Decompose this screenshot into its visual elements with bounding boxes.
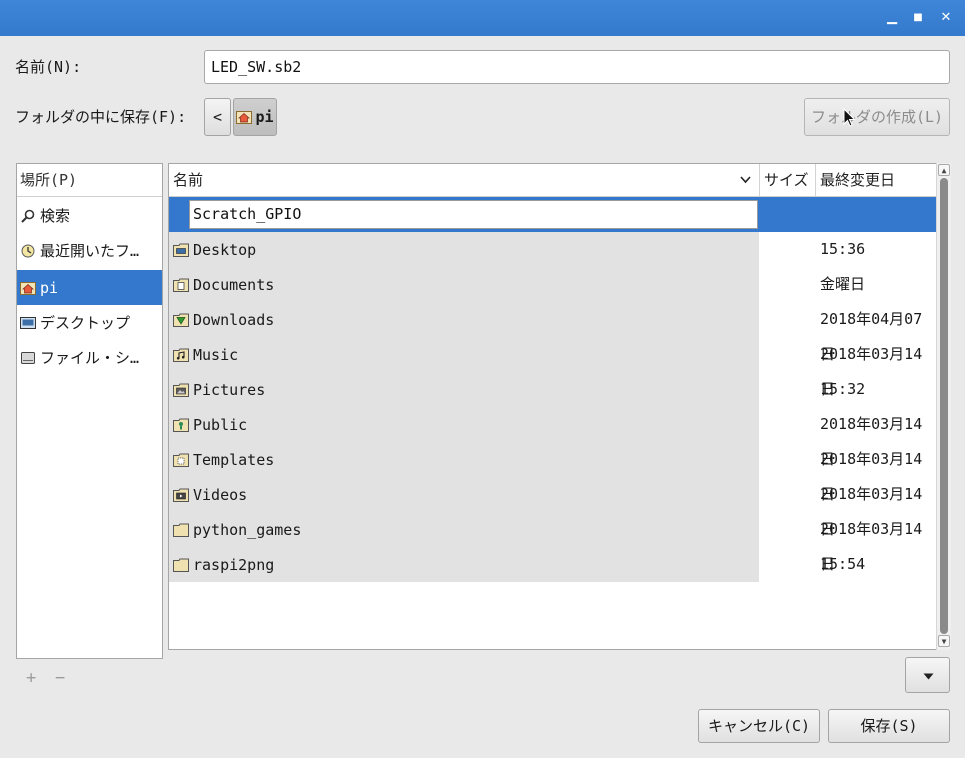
- title-bar[interactable]: ▁ ■ ✕: [0, 0, 965, 36]
- column-header-name-label: 名前: [173, 171, 204, 189]
- table-row[interactable]: Desktop 15:36: [169, 232, 937, 267]
- table-row[interactable]: python_games 2018年03月14日: [169, 512, 937, 573]
- table-row[interactable]: Videos 2018年03月14日: [169, 477, 937, 538]
- places-item-recent[interactable]: 最近開いたフ…: [17, 233, 162, 268]
- file-name: Pictures: [193, 380, 266, 399]
- file-modified: 2018年03月14日: [820, 485, 923, 538]
- music-folder-icon: [173, 348, 189, 362]
- file-modified: 15:32: [820, 380, 866, 398]
- column-header-modified[interactable]: 最終変更日: [815, 164, 937, 197]
- folder-icon: [173, 523, 189, 537]
- scrollbar-thumb[interactable]: [940, 178, 948, 634]
- chevron-left-icon: <: [212, 108, 223, 126]
- drive-icon: [21, 351, 35, 364]
- table-row[interactable]: Music 2018年03月14日: [169, 337, 937, 398]
- pictures-folder-icon: [173, 383, 189, 397]
- file-modified: 2018年03月14日: [820, 520, 923, 573]
- path-button-pi[interactable]: pi: [233, 98, 277, 136]
- path-back-button[interactable]: <: [204, 98, 231, 136]
- dropdown-arrow-icon: [923, 673, 934, 680]
- scroll-up-icon[interactable]: ▲: [938, 164, 950, 176]
- places-item-pi[interactable]: pi: [17, 270, 162, 305]
- places-item-label: pi: [40, 278, 59, 297]
- file-modified: 2018年03月14日: [820, 450, 923, 503]
- file-name-input[interactable]: LED_SW.sb2: [204, 50, 950, 84]
- file-list[interactable]: 名前 サイズ 最終変更日 Scratch_GPIO Desktop 15:36: [168, 163, 951, 650]
- folder-icon: [173, 558, 189, 572]
- name-label: 名前(N):: [15, 58, 82, 76]
- file-name: Public: [193, 415, 248, 434]
- mouse-cursor-icon: [843, 108, 856, 127]
- path-button-label: pi: [255, 108, 274, 126]
- home-folder-icon: [20, 281, 36, 295]
- places-item-label: 最近開いたフ…: [40, 242, 140, 260]
- table-row[interactable]: Downloads 2018年04月07日: [169, 302, 937, 363]
- file-name: Videos: [193, 485, 248, 504]
- home-folder-icon: [236, 111, 253, 124]
- downloads-folder-icon: [173, 313, 189, 327]
- places-item-label: ファイル・シ…: [40, 349, 140, 367]
- maximize-button[interactable]: ■: [909, 9, 927, 27]
- file-name: raspi2png: [193, 555, 275, 574]
- places-item-filesystem[interactable]: ファイル・シ…: [17, 340, 162, 375]
- templates-folder-icon: [173, 453, 189, 467]
- recent-icon: [21, 244, 35, 257]
- places-header: 場所(P): [17, 164, 162, 197]
- desktop-icon: [20, 316, 36, 329]
- file-name: Downloads: [193, 310, 275, 329]
- file-type-dropdown[interactable]: [905, 657, 950, 693]
- places-item-label: 検索: [40, 207, 71, 225]
- videos-folder-icon: [173, 488, 189, 502]
- desktop-folder-icon: [173, 243, 189, 257]
- file-name: python_games: [193, 520, 302, 539]
- minimize-button[interactable]: ▁: [883, 9, 901, 27]
- remove-place-button[interactable]: −: [55, 668, 65, 688]
- rename-input[interactable]: Scratch_GPIO: [189, 200, 758, 229]
- table-row[interactable]: raspi2png 15:54: [169, 547, 937, 582]
- table-row[interactable]: Templates 2018年03月14日: [169, 442, 937, 503]
- chevron-down-icon: [740, 176, 751, 184]
- file-modified: 15:54: [820, 555, 866, 573]
- save-in-folder-label: フォルダの中に保存(F):: [15, 108, 187, 126]
- search-icon: [21, 209, 35, 223]
- column-header-size[interactable]: サイズ: [759, 164, 815, 197]
- cancel-button[interactable]: キャンセル(C): [698, 709, 820, 743]
- add-place-button[interactable]: +: [26, 668, 36, 688]
- file-name: Desktop: [193, 240, 257, 259]
- file-name: Music: [193, 345, 239, 364]
- table-row[interactable]: Pictures 15:32: [169, 372, 937, 407]
- create-folder-button[interactable]: フォルダの作成(L): [804, 98, 950, 136]
- save-button[interactable]: 保存(S): [828, 709, 950, 743]
- close-button[interactable]: ✕: [937, 9, 955, 27]
- save-file-dialog: ▁ ■ ✕ 名前(N): LED_SW.sb2 フォルダの中に保存(F): < …: [0, 0, 965, 758]
- file-modified: 2018年03月14日: [820, 415, 923, 468]
- file-modified: 15:36: [820, 240, 866, 258]
- places-item-label: デスクトップ: [40, 314, 131, 332]
- places-item-desktop[interactable]: デスクトップ: [17, 305, 162, 340]
- documents-folder-icon: [173, 278, 189, 292]
- places-sidebar: 場所(P) 検索 最近開いたフ… pi デスクトップ ファイル・シ…: [16, 163, 163, 659]
- public-folder-icon: [173, 418, 189, 432]
- file-modified: 2018年04月07日: [820, 310, 923, 363]
- scroll-down-icon[interactable]: ▼: [938, 635, 950, 647]
- file-name: Templates: [193, 450, 275, 469]
- places-item-search[interactable]: 検索: [17, 198, 162, 233]
- file-modified: 金曜日: [820, 275, 866, 293]
- column-header-name[interactable]: 名前: [169, 164, 759, 197]
- file-name: Documents: [193, 275, 275, 294]
- table-row[interactable]: Public 2018年03月14日: [169, 407, 937, 468]
- table-row[interactable]: Documents 金曜日: [169, 267, 937, 302]
- vertical-scrollbar[interactable]: ▲ ▼: [936, 163, 951, 650]
- table-row-editing[interactable]: Scratch_GPIO: [169, 197, 937, 232]
- file-modified: 2018年03月14日: [820, 345, 923, 398]
